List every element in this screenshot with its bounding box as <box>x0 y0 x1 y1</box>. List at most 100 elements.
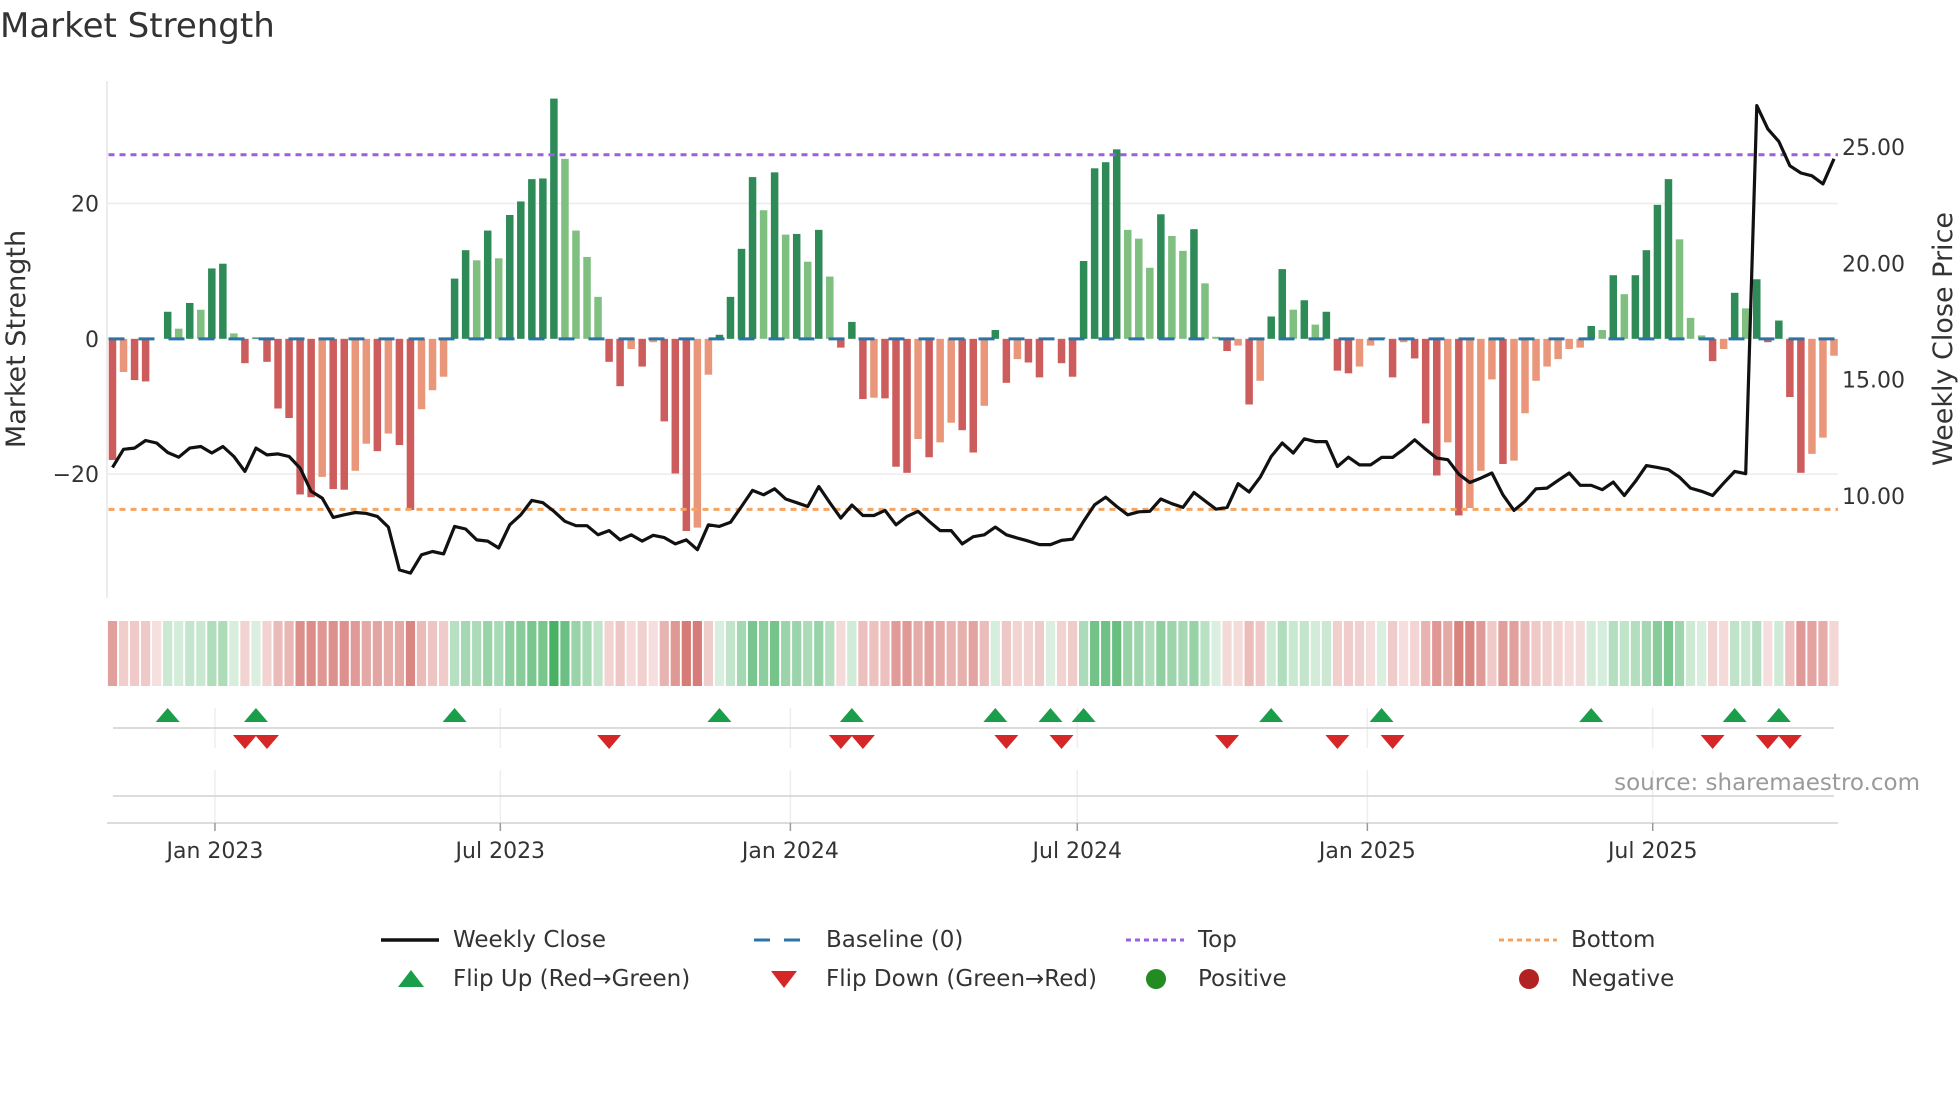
strength-bar <box>1333 338 1342 371</box>
heat-cell <box>1652 621 1663 686</box>
strength-bar <box>947 338 955 423</box>
strength-bar <box>1123 229 1132 339</box>
heat-cell <box>472 621 482 686</box>
legend-negative[interactable]: Negative <box>1499 964 1674 994</box>
strength-bar <box>1190 229 1198 339</box>
strength-bar <box>1477 338 1485 471</box>
strength-bar <box>528 179 536 339</box>
strength-bar <box>1168 235 1176 339</box>
legend-label: Weekly Close <box>453 927 606 953</box>
legend-positive[interactable]: Positive <box>1126 964 1287 994</box>
flip-up-marker <box>243 708 268 722</box>
heat-cell <box>924 621 934 686</box>
heat-cell <box>416 621 427 686</box>
strength-bar <box>472 260 481 339</box>
heat-cell <box>814 621 824 686</box>
heat-cell <box>1034 621 1045 686</box>
strength-bar <box>936 338 944 443</box>
heat-cell <box>1266 621 1276 686</box>
heat-cell <box>1421 621 1431 686</box>
legend-flip-down[interactable]: Flip Down (Green→Red) <box>754 964 1097 994</box>
strength-bar <box>1686 317 1695 339</box>
strength-bar <box>759 210 768 339</box>
heat-cell <box>1101 621 1111 686</box>
heat-cell <box>1310 621 1320 686</box>
strength-bar <box>351 338 360 471</box>
heat-cell <box>383 621 393 686</box>
heat-cell <box>957 621 967 686</box>
strength-bar <box>1609 275 1618 339</box>
strength-bar <box>815 229 823 339</box>
legend-label: Negative <box>1571 966 1675 992</box>
y2-axis-label: Weekly Close Price <box>1928 212 1959 466</box>
legend-label: Bottom <box>1571 927 1656 953</box>
strength-bar <box>803 261 812 339</box>
heat-cell <box>847 621 857 686</box>
heat-cell <box>449 621 460 686</box>
heat-cell <box>229 621 239 686</box>
strength-bar <box>572 230 580 339</box>
line-icon <box>381 925 441 955</box>
heat-cell <box>394 621 405 686</box>
heat-cell <box>1387 621 1398 686</box>
x-tick-label: Jul 2023 <box>454 839 546 864</box>
legend-bottom[interactable]: Bottom <box>1499 925 1655 955</box>
heat-cell <box>1277 621 1287 686</box>
legend-baseline[interactable]: Baseline (0) <box>754 925 963 955</box>
strength-bar <box>1410 338 1419 359</box>
strength-bar <box>1554 338 1562 360</box>
heat-cell <box>262 621 272 686</box>
heat-cell <box>1167 621 1177 686</box>
heat-cell <box>1641 621 1652 686</box>
strength-bar <box>1300 300 1309 339</box>
strength-bar <box>417 338 426 410</box>
strength-bar <box>274 338 282 409</box>
flip-down-marker <box>597 735 622 749</box>
heat-cell <box>571 621 581 686</box>
strength-bar <box>1620 294 1629 339</box>
strength-bar <box>1598 330 1607 339</box>
strength-bar <box>892 338 900 467</box>
strength-bar <box>130 338 139 381</box>
heat-cell <box>107 621 118 686</box>
legend-label: Top <box>1198 927 1237 953</box>
flip-up-marker <box>1259 708 1284 722</box>
strength-bar <box>1543 338 1551 367</box>
strength-bar <box>1675 239 1684 339</box>
legend-top[interactable]: Top <box>1126 925 1237 955</box>
heat-cell <box>858 621 868 686</box>
strength-bar <box>1179 250 1187 339</box>
dashed-line-icon <box>754 925 814 955</box>
flip-up-marker <box>1038 708 1063 722</box>
circle-icon <box>1499 964 1559 994</box>
heat-cell <box>273 621 283 686</box>
flip-down-marker <box>1700 735 1725 749</box>
heat-cell <box>1079 621 1089 686</box>
strength-bar <box>704 338 713 375</box>
flip-up-marker <box>442 708 467 722</box>
strength-bar <box>958 338 966 431</box>
heat-cell <box>1575 621 1585 686</box>
strength-bar <box>307 338 315 498</box>
legend-weekly-close[interactable]: Weekly Close <box>381 925 606 955</box>
flip-up-marker <box>155 708 180 722</box>
legend-flip-up[interactable]: Flip Up (Red→Green) <box>381 964 690 994</box>
heat-cell <box>792 621 802 686</box>
dotted-line-icon <box>1499 925 1559 955</box>
heat-cell <box>758 621 769 686</box>
strength-bar <box>1565 338 1573 349</box>
strength-bar <box>826 276 834 339</box>
strength-bar <box>450 278 459 339</box>
flip-up-marker <box>1071 708 1096 722</box>
heat-cell <box>438 621 449 686</box>
strength-bar <box>1488 338 1496 380</box>
strength-bar <box>141 338 150 382</box>
heat-cell <box>725 621 736 686</box>
strength-bar <box>1079 261 1088 339</box>
heat-cell <box>1476 621 1486 686</box>
strength-bar <box>373 338 382 452</box>
heat-cell <box>1818 621 1828 686</box>
heat-cell <box>1674 621 1685 686</box>
flip-down-marker <box>1777 735 1802 749</box>
flip-down-marker <box>1215 735 1240 749</box>
